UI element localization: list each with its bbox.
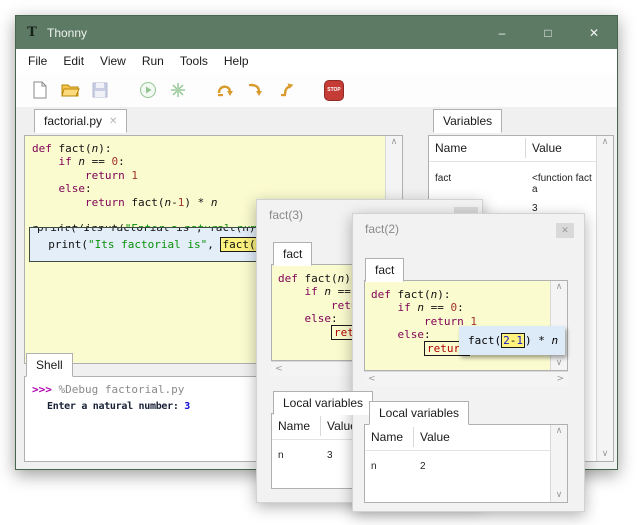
tab-factorial-py[interactable]: factorial.py ✕ — [34, 109, 127, 133]
var-value: <function fact a — [532, 173, 596, 195]
popup-title[interactable]: fact(3) — [269, 208, 303, 222]
minimize-icon: – — [499, 26, 506, 40]
col-value: Value — [532, 141, 562, 155]
var-name: fact — [435, 173, 451, 184]
table-row[interactable]: fact <function fact a — [429, 168, 596, 188]
tab-local-variables[interactable]: Local variables — [369, 401, 469, 425]
step-into-icon — [247, 82, 265, 98]
local-variables-pane: Name Value n 2 ∧ ∨ — [364, 424, 568, 503]
save-button[interactable] — [90, 80, 110, 100]
chevron-left-icon[interactable]: < — [275, 365, 283, 374]
tab-shell[interactable]: Shell — [26, 353, 73, 377]
col-name: Name — [278, 419, 310, 433]
close-icon: ✕ — [589, 26, 599, 40]
tab-fact[interactable]: fact — [365, 258, 404, 282]
chevron-up-icon[interactable]: ∧ — [556, 283, 563, 292]
debug-icon — [169, 81, 187, 99]
local-variables-table[interactable]: Name Value n 2 — [365, 425, 550, 502]
chevron-up-icon[interactable]: ∧ — [602, 138, 609, 147]
step-over-icon — [216, 82, 236, 98]
maximize-button[interactable]: □ — [525, 16, 571, 49]
minimize-button[interactable]: – — [479, 16, 525, 49]
column-separator — [413, 427, 414, 447]
chevron-up-icon[interactable]: ∧ — [391, 138, 398, 147]
local-variables-header: Name Value — [365, 425, 550, 451]
step-out-button[interactable] — [276, 80, 296, 100]
evaluated-expression-box: fact(2-1) * n — [459, 326, 565, 355]
chevron-left-icon[interactable]: < — [368, 375, 376, 384]
menu-bar: File Edit View Run Tools Help — [16, 49, 617, 73]
popup-close-icon: ✕ — [561, 225, 569, 236]
var-value: 2 — [420, 461, 426, 472]
col-name: Name — [435, 141, 467, 155]
popup-title[interactable]: fact(2) — [365, 222, 399, 236]
col-name: Name — [371, 430, 403, 444]
open-file-button[interactable] — [60, 80, 80, 100]
variables-vscrollbar[interactable]: ∧ ∨ — [596, 136, 613, 461]
tab-local-variables[interactable]: Local variables — [273, 391, 373, 415]
menu-view[interactable]: View — [92, 51, 134, 71]
fact-tab-label: fact — [283, 247, 302, 261]
tab-label: factorial.py — [44, 114, 102, 128]
save-floppy-icon — [92, 82, 108, 98]
column-separator — [320, 416, 321, 436]
fact-tab-label: fact — [375, 263, 394, 277]
menu-tools[interactable]: Tools — [172, 51, 216, 71]
local-variables-tab-label: Local variables — [283, 396, 363, 410]
chevron-down-icon[interactable]: ∨ — [556, 491, 563, 500]
local-variables-tab-label: Local variables — [379, 406, 459, 420]
step-over-button[interactable] — [216, 80, 236, 100]
step-into-button[interactable] — [246, 80, 266, 100]
table-row[interactable]: n 2 — [365, 456, 550, 476]
tab-close-icon[interactable]: ✕ — [109, 116, 117, 127]
new-file-button[interactable] — [30, 80, 50, 100]
stop-icon: STOP — [324, 80, 344, 101]
local-variables-vscrollbar[interactable]: ∧ ∨ — [550, 425, 567, 502]
run-button[interactable] — [138, 80, 158, 100]
run-icon — [139, 81, 157, 99]
var-name: n — [278, 450, 284, 461]
shell-tab-label: Shell — [36, 358, 63, 372]
chevron-down-icon[interactable]: ∨ — [556, 359, 563, 368]
menu-file[interactable]: File — [20, 51, 55, 71]
chevron-right-icon[interactable]: > — [556, 375, 564, 384]
chevron-down-icon[interactable]: ∨ — [602, 450, 609, 459]
step-out-icon — [277, 82, 295, 98]
col-value: Value — [420, 430, 450, 444]
tab-fact[interactable]: fact — [273, 242, 312, 266]
open-folder-icon — [61, 82, 80, 98]
menu-edit[interactable]: Edit — [55, 51, 92, 71]
maximize-icon: □ — [544, 26, 551, 40]
new-file-icon — [32, 81, 48, 99]
variables-tab-label: Variables — [443, 114, 492, 128]
window-title: Thonny — [47, 26, 479, 40]
chevron-up-icon[interactable]: ∧ — [556, 427, 563, 436]
variables-header: Name Value — [429, 136, 596, 162]
var-name: n — [371, 461, 377, 472]
thonny-logo-icon: T — [25, 25, 39, 41]
close-button[interactable]: ✕ — [571, 16, 617, 49]
var-value: 3 — [327, 450, 333, 461]
tab-variables[interactable]: Variables — [433, 109, 502, 133]
popup-close-button[interactable]: ✕ — [556, 223, 574, 238]
debug-frame-window-fact2: fact(2) ✕ fact def fact(n): if n == 0: r… — [352, 213, 585, 512]
menu-help[interactable]: Help — [216, 51, 257, 71]
toolbar: STOP — [16, 73, 617, 107]
stop-button[interactable]: STOP — [324, 80, 344, 100]
title-bar[interactable]: T Thonny – □ ✕ — [16, 16, 617, 49]
stop-label: STOP — [327, 87, 341, 93]
menu-run[interactable]: Run — [134, 51, 172, 71]
frame-hscrollbar[interactable]: < > — [364, 371, 568, 386]
debug-button[interactable] — [168, 80, 188, 100]
column-separator — [525, 138, 526, 158]
